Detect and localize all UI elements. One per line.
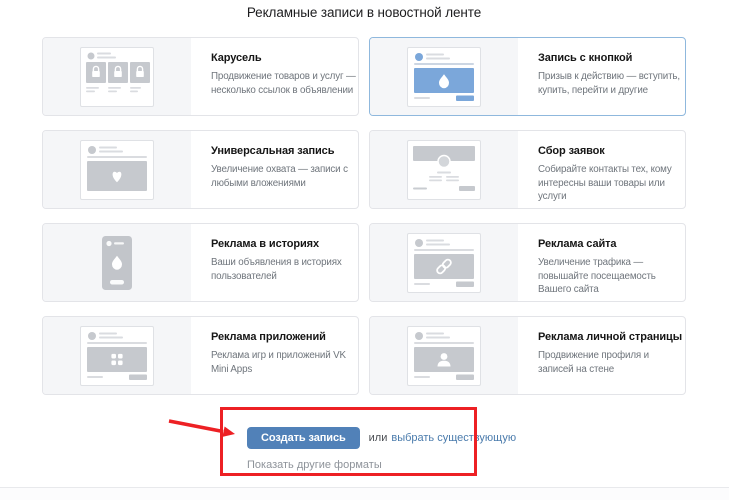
format-card-description: Собирайте контакты тех, кому интересны в… <box>538 163 685 204</box>
show-other-formats-link[interactable]: Показать другие форматы <box>247 459 382 471</box>
format-card-personal-page[interactable]: Реклама личной страницы Продвижение проф… <box>369 316 686 395</box>
site-ad-thumbnail-card <box>407 233 481 293</box>
avatar <box>438 155 450 167</box>
choose-existing-link[interactable]: выбрать существующую <box>391 432 516 444</box>
app-ad-thumbnail-card <box>80 326 154 386</box>
format-card-title: Универсальная запись <box>211 145 358 157</box>
app-ad-illustration <box>81 327 153 385</box>
universal-post-thumbnail-card <box>80 140 154 200</box>
carousel-illustration <box>81 48 153 106</box>
site-ad-thumbnail <box>370 224 518 301</box>
app-ad-thumbnail <box>43 317 191 394</box>
format-card-title: Реклама личной страницы <box>538 331 685 343</box>
format-card-title: Реклама сайта <box>538 238 685 250</box>
format-card-description: Ваши объявления в историях пользователей <box>211 256 358 283</box>
stories-thumbnail <box>43 224 191 301</box>
format-card-app-ad[interactable]: Реклама приложений Реклама игр и приложе… <box>42 316 359 395</box>
format-card-site-ad[interactable]: Реклама сайта Увеличение трафика — повыш… <box>369 223 686 302</box>
format-card-description: Увеличение трафика — повышайте посещаемо… <box>538 256 685 297</box>
page-title: Рекламные записи в новостной ленте <box>42 5 686 20</box>
stories-thumbnail-phone <box>81 234 153 292</box>
lock-icon <box>130 62 150 83</box>
format-card-title: Реклама в историях <box>211 238 358 250</box>
post-with-button-illustration <box>408 48 480 106</box>
personal-page-illustration <box>408 327 480 385</box>
format-card-description: Реклама игр и приложений VK Mini Apps <box>211 349 358 376</box>
format-card-description: Продвижение профиля и записей на стене <box>538 349 685 376</box>
format-card-title: Запись с кнопкой <box>538 52 685 64</box>
bottom-separator <box>0 487 729 500</box>
lead-form-illustration <box>408 141 480 199</box>
personal-page-thumbnail <box>370 317 518 394</box>
carousel-thumbnail <box>43 38 191 115</box>
format-card-description: Призыв к действию — вступить, купить, пе… <box>538 70 685 97</box>
post-with-button-thumbnail-card <box>407 47 481 107</box>
annotation-arrow-icon <box>155 411 245 441</box>
lead-form-thumbnail <box>370 131 518 208</box>
personal-page-thumbnail-card <box>407 326 481 386</box>
format-card-stories[interactable]: Реклама в историях Ваши объявления в ист… <box>42 223 359 302</box>
format-card-post-with-button[interactable]: Запись с кнопкой Призыв к действию — вст… <box>369 37 686 116</box>
site-ad-illustration <box>408 234 480 292</box>
format-card-title: Сбор заявок <box>538 145 685 157</box>
formats-grid: Карусель Продвижение товаров и услуг — н… <box>42 37 686 395</box>
lock-icon <box>108 62 128 83</box>
format-card-lead-form[interactable]: Сбор заявок Собирайте контакты тех, кому… <box>369 130 686 209</box>
format-card-carousel[interactable]: Карусель Продвижение товаров и услуг — н… <box>42 37 359 116</box>
lead-form-thumbnail-card <box>407 140 481 200</box>
format-card-title: Реклама приложений <box>211 331 358 343</box>
actions-area: Создать запись или выбрать существующую … <box>247 427 516 473</box>
format-card-universal-post[interactable]: Универсальная запись Увеличение охвата —… <box>42 130 359 209</box>
universal-post-thumbnail <box>43 131 191 208</box>
lock-icon <box>86 62 106 83</box>
universal-post-illustration <box>81 141 153 199</box>
format-card-description: Продвижение товаров и услуг — несколько … <box>211 70 358 97</box>
stories-illustration <box>81 234 153 292</box>
format-card-title: Карусель <box>211 52 358 64</box>
post-with-button-thumbnail <box>370 38 518 115</box>
carousel-thumbnail-card <box>80 47 154 107</box>
or-text: или <box>369 432 388 444</box>
create-post-button[interactable]: Создать запись <box>247 427 360 449</box>
format-card-description: Увеличение охвата — записи с любыми влож… <box>211 163 358 190</box>
